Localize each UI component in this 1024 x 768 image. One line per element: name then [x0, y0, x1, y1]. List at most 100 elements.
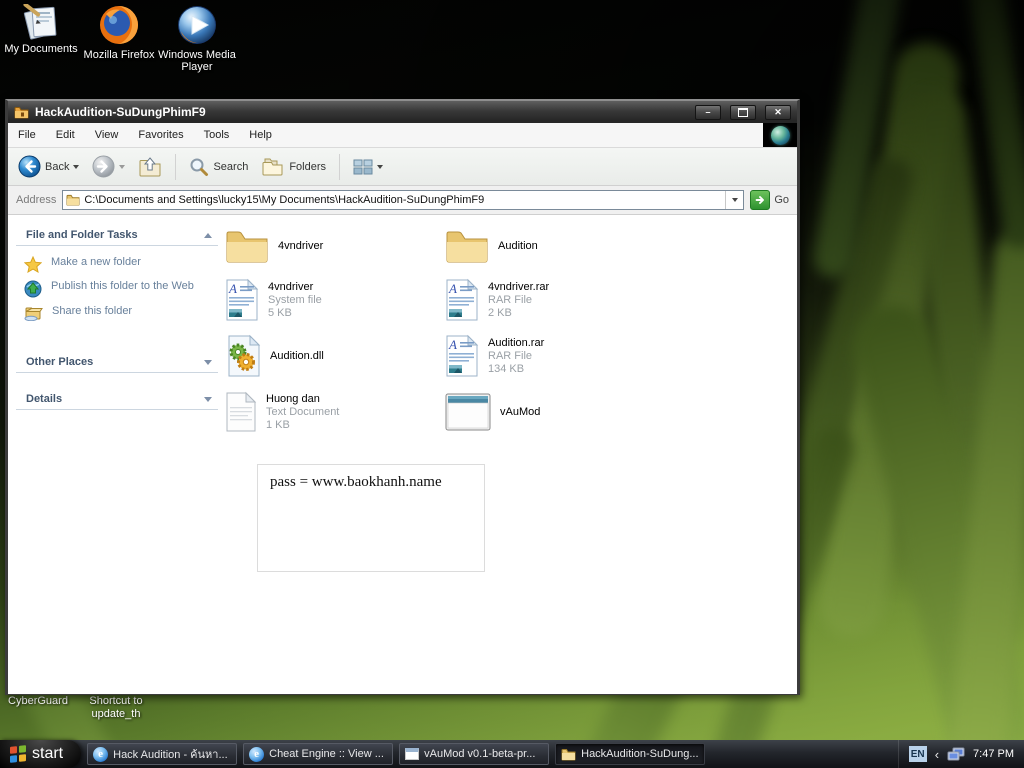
back-icon: [18, 155, 41, 178]
back-button[interactable]: Back: [14, 153, 83, 180]
menu-favorites[interactable]: Favorites: [128, 129, 193, 141]
menu-file[interactable]: File: [8, 129, 46, 141]
details-header[interactable]: Details: [16, 391, 218, 410]
menu-tools[interactable]: Tools: [194, 129, 240, 141]
other-places-header[interactable]: Other Places: [16, 354, 218, 373]
desktop-icon-my-documents[interactable]: My Documents: [2, 4, 80, 73]
file-type: RAR File: [488, 294, 549, 307]
windows-flag-icon: [10, 745, 26, 763]
dll-file-icon: [225, 334, 261, 378]
desktop-icon-update-shortcut-label[interactable]: Shortcut to update_th: [84, 695, 148, 721]
file-type: System file: [268, 294, 322, 307]
internet-explorer-icon: e: [93, 747, 108, 762]
file-size: 1 KB: [266, 419, 339, 432]
text-document-icon: [225, 391, 257, 433]
tray-collapse-icon[interactable]: ‹: [935, 748, 939, 761]
desktop-icon-cyberguard-label[interactable]: CyberGuard: [2, 695, 74, 708]
file-tile-audition-folder[interactable]: Audition: [445, 222, 538, 270]
task-label: Share this folder: [52, 305, 132, 318]
search-button[interactable]: Search: [185, 155, 252, 179]
password-note: pass = www.baokhanh.name: [257, 464, 485, 572]
taskbar-buttons: e Hack Audition - ค้นหา... e Cheat Engin…: [87, 743, 705, 765]
taskbar-button-hackaudition-folder[interactable]: HackAudition-SuDung...: [555, 743, 705, 765]
folders-button[interactable]: Folders: [257, 155, 330, 179]
other-places-title: Other Places: [26, 356, 93, 368]
task-label: vAuMod v0.1-beta-pr...: [424, 748, 535, 760]
file-tile-4vndriver-folder[interactable]: 4vndriver: [225, 222, 323, 270]
folder-icon: [445, 228, 489, 264]
folder-icon: [561, 748, 576, 761]
close-icon: ✕: [774, 108, 782, 117]
file-folder-tasks-header[interactable]: File and Folder Tasks: [16, 227, 218, 246]
address-input[interactable]: C:\Documents and Settings\lucky15\My Doc…: [62, 190, 744, 210]
address-folder-icon: [66, 194, 80, 206]
desktop: My Documents Mozilla Firefox: [0, 0, 1024, 768]
go-icon: [750, 190, 770, 210]
desktop-icon-wmp[interactable]: Windows Media Player: [158, 4, 236, 73]
network-icon[interactable]: [947, 747, 965, 762]
file-tile-vaumod[interactable]: vAuMod: [445, 388, 540, 436]
start-button[interactable]: start: [0, 740, 81, 768]
file-name: 4vndriver.rar: [488, 281, 549, 294]
address-bar: Address C:\Documents and Settings\lucky1…: [8, 186, 797, 215]
file-tile-4vndriver-rar[interactable]: A 4vndriver.rar RAR File 2 KB: [445, 276, 549, 324]
svg-text:A: A: [228, 281, 237, 296]
globe-icon: [771, 126, 790, 145]
views-button[interactable]: [349, 157, 387, 177]
titlebar[interactable]: HackAudition-SuDungPhimF9 – ✕: [8, 101, 797, 123]
windows-media-player-icon: [176, 4, 218, 46]
clock[interactable]: 7:47 PM: [973, 748, 1014, 760]
task-label: Cheat Engine :: View ...: [269, 748, 384, 760]
explorer-window: HackAudition-SuDungPhimF9 – ✕ File Edit …: [5, 99, 800, 695]
taskbar: start e Hack Audition - ค้นหา... e Cheat…: [0, 740, 1024, 768]
menu-view[interactable]: View: [85, 129, 129, 141]
maximize-button[interactable]: [730, 105, 756, 120]
make-new-folder-link[interactable]: Make a new folder: [24, 256, 218, 273]
details-title: Details: [26, 393, 62, 405]
up-button[interactable]: [134, 154, 166, 180]
address-dropdown-button[interactable]: [725, 191, 743, 209]
go-button[interactable]: Go: [750, 190, 789, 210]
back-dropdown-icon: [73, 165, 79, 169]
minimize-icon: –: [705, 108, 710, 117]
start-label: start: [32, 745, 63, 763]
share-folder-icon: [24, 305, 43, 321]
forward-button[interactable]: [88, 153, 129, 180]
desktop-icon-firefox[interactable]: Mozilla Firefox: [80, 4, 158, 73]
file-name: Huong dan: [266, 393, 339, 406]
taskbar-button-cheat-engine[interactable]: e Cheat Engine :: View ...: [243, 743, 393, 765]
menu-bar: File Edit View Favorites Tools Help: [8, 123, 797, 148]
file-tile-audition-rar[interactable]: A Audition.rar RAR File 134 KB: [445, 332, 544, 380]
go-label: Go: [774, 194, 789, 206]
language-indicator[interactable]: EN: [909, 746, 927, 762]
minimize-button[interactable]: –: [695, 105, 721, 120]
views-icon: [353, 159, 373, 175]
file-size: 2 KB: [488, 307, 549, 320]
desktop-icon-label: Mozilla Firefox: [84, 49, 155, 61]
maximize-icon: [738, 108, 748, 117]
forward-icon: [92, 155, 115, 178]
task-pane: File and Folder Tasks Make a new folder: [16, 227, 218, 410]
file-folder-tasks-list: Make a new folder Publish this folder to…: [24, 256, 218, 321]
taskbar-button-vaumod[interactable]: vAuMod v0.1-beta-pr...: [399, 743, 549, 765]
toolbar-separator: [339, 154, 340, 180]
application-window-icon: [445, 393, 491, 431]
share-folder-link[interactable]: Share this folder: [24, 305, 218, 321]
publish-folder-link[interactable]: Publish this folder to the Web: [24, 280, 218, 298]
new-folder-star-icon: [24, 256, 42, 273]
file-tile-audition-dll[interactable]: Audition.dll: [225, 332, 324, 380]
file-tile-huong-dan[interactable]: Huong dan Text Document 1 KB: [225, 388, 339, 436]
folders-label: Folders: [289, 161, 326, 173]
file-name: 4vndriver: [278, 240, 323, 253]
close-button[interactable]: ✕: [765, 105, 791, 120]
taskbar-button-hack-audition[interactable]: e Hack Audition - ค้นหา...: [87, 743, 237, 765]
menu-help[interactable]: Help: [239, 129, 282, 141]
address-label: Address: [16, 194, 56, 206]
file-tile-4vndriver-sys[interactable]: A 4vndriver System file 5 KB: [225, 276, 322, 324]
rar-file-icon: A: [445, 334, 479, 378]
rar-file-icon: A: [445, 278, 479, 322]
menu-edit[interactable]: Edit: [46, 129, 85, 141]
file-size: 5 KB: [268, 307, 322, 320]
file-name: 4vndriver: [268, 281, 322, 294]
my-documents-icon: [19, 4, 63, 40]
